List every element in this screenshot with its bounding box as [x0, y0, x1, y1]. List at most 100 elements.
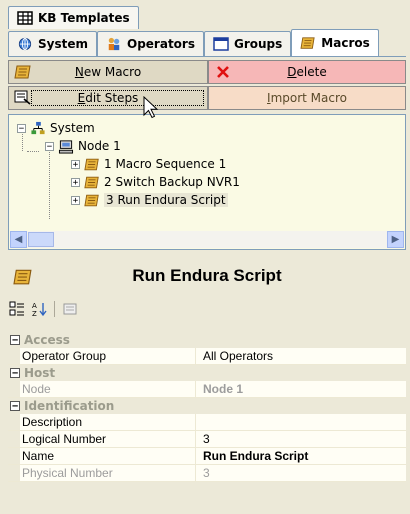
property-value: 3	[195, 465, 406, 481]
edit-steps-icon	[14, 90, 31, 105]
collapse-toggle[interactable]: −	[17, 123, 26, 133]
property-row[interactable]: Name Run Endura Script	[8, 448, 406, 465]
property-toolbar: A Z	[8, 298, 406, 320]
category-host[interactable]: − Host	[8, 365, 406, 381]
property-name: Operator Group	[8, 348, 195, 364]
import-macro-button[interactable]: Import Macro	[208, 86, 406, 110]
sort-az-icon: A Z	[32, 302, 47, 317]
macro-action-buttons: New Macro Delete Edit Steps Import Macro	[8, 60, 406, 112]
property-value[interactable]: 3	[195, 431, 406, 447]
property-name: Description	[8, 414, 195, 430]
collapse-toggle[interactable]: −	[10, 368, 20, 379]
toolbar-separator	[54, 301, 55, 317]
system-network-icon	[18, 37, 32, 51]
edit-steps-button[interactable]: Edit Steps	[8, 86, 208, 110]
mouse-pointer-icon	[143, 96, 159, 119]
tree-connector	[27, 151, 39, 152]
property-name: Logical Number	[8, 431, 195, 447]
property-value[interactable]: All Operators	[195, 348, 406, 364]
property-value: Node 1	[195, 381, 406, 397]
table-grid-icon	[17, 11, 33, 25]
system-network-icon	[31, 121, 45, 134]
selected-macro-title: Run Endura Script	[132, 266, 282, 285]
macro-tree-view[interactable]: − System − Node 1 + 1 Macro Sequence 1 +…	[8, 114, 406, 250]
scroll-thumb[interactable]	[28, 232, 54, 247]
tree-item-macro-selected[interactable]: + 3 Run Endura Script	[71, 191, 228, 209]
property-row[interactable]: Physical Number 3	[8, 465, 406, 482]
tab-operators[interactable]: Operators	[97, 31, 204, 56]
red-x-icon	[217, 66, 229, 78]
property-row[interactable]: Operator Group All Operators	[8, 348, 406, 365]
window-groups-icon	[213, 37, 229, 51]
tab-system[interactable]: System	[8, 31, 97, 56]
collapse-toggle[interactable]: −	[10, 335, 20, 346]
categorized-button[interactable]	[8, 300, 26, 318]
scroll-track[interactable]	[54, 231, 387, 248]
property-pages-button[interactable]	[61, 300, 79, 318]
focus-rectangle	[31, 90, 204, 106]
tree-label: System	[50, 121, 95, 135]
expand-toggle[interactable]: +	[71, 177, 80, 187]
macros-window: KB Templates System Operators Groups Mac…	[0, 0, 410, 514]
categorized-icon	[9, 301, 24, 316]
category-access[interactable]: − Access	[8, 332, 406, 348]
horizontal-scrollbar[interactable]: ◀ ▶	[10, 231, 404, 248]
tab-label: Operators	[127, 37, 195, 51]
tab-label: Macros	[321, 36, 370, 50]
delete-label: elete	[296, 65, 327, 79]
tree-item-node[interactable]: − Node 1	[45, 137, 121, 155]
import-macro-label: mport Macro	[270, 91, 347, 105]
tree-label: 1 Macro Sequence 1	[104, 157, 227, 171]
category-label: Identification	[24, 399, 115, 413]
tab-label: KB Templates	[38, 11, 130, 25]
tree-item-system[interactable]: − System	[17, 119, 95, 137]
category-label: Access	[24, 333, 70, 347]
delete-mnemonic: D	[287, 65, 297, 79]
tab-kb-templates[interactable]: KB Templates	[8, 6, 139, 29]
alphabetical-button[interactable]: A Z	[30, 300, 48, 318]
property-name: Name	[8, 448, 195, 464]
new-macro-mnemonic: N	[74, 65, 84, 79]
expand-toggle[interactable]: +	[71, 195, 80, 205]
tree-item-macro[interactable]: + 2 Switch Backup NVR1	[71, 173, 240, 191]
tab-divider	[8, 56, 406, 57]
new-macro-label: ew Macro	[83, 65, 142, 79]
property-name: Node	[8, 381, 195, 397]
expand-toggle[interactable]: +	[71, 159, 80, 169]
operators-users-icon	[108, 37, 120, 51]
macro-scroll-icon	[300, 37, 315, 49]
svg-text:Z: Z	[32, 310, 37, 317]
tab-groups[interactable]: Groups	[204, 31, 292, 56]
macro-scroll-icon	[84, 194, 99, 206]
macro-scroll-icon	[84, 158, 99, 170]
macro-scroll-icon	[84, 176, 99, 188]
new-macro-button[interactable]: New Macro	[8, 60, 208, 84]
tree-label: 3 Run Endura Script	[104, 193, 228, 207]
tab-macros[interactable]: Macros	[291, 29, 379, 56]
collapse-toggle[interactable]: −	[10, 401, 20, 412]
delete-button[interactable]: Delete	[208, 60, 406, 84]
scroll-right-button[interactable]: ▶	[387, 231, 404, 248]
tab-label: System	[38, 37, 88, 51]
selected-macro-header: Run Endura Script	[8, 262, 406, 290]
property-row[interactable]: Logical Number 3	[8, 431, 406, 448]
property-row[interactable]: Node Node 1	[8, 381, 406, 398]
property-value[interactable]	[195, 414, 406, 430]
macro-scroll-icon	[14, 65, 31, 79]
tab-strip-main: System Operators Groups Macros	[8, 29, 379, 57]
property-name: Physical Number	[8, 465, 195, 481]
property-row[interactable]: Description	[8, 414, 406, 431]
collapse-toggle[interactable]: −	[45, 141, 54, 151]
computer-node-icon	[58, 139, 74, 154]
tree-connector	[49, 149, 50, 219]
tab-label: Groups	[234, 37, 283, 51]
property-value[interactable]: Run Endura Script	[195, 448, 406, 464]
property-grid: − Access Operator Group All Operators − …	[8, 332, 406, 482]
tree-label: Node 1	[78, 139, 121, 153]
category-identification[interactable]: − Identification	[8, 398, 406, 414]
scroll-left-button[interactable]: ◀	[10, 231, 27, 248]
tab-strip-top: KB Templates	[8, 6, 139, 30]
tree-item-macro[interactable]: + 1 Macro Sequence 1	[71, 155, 226, 173]
category-label: Host	[24, 366, 56, 380]
property-pages-icon	[63, 303, 77, 315]
